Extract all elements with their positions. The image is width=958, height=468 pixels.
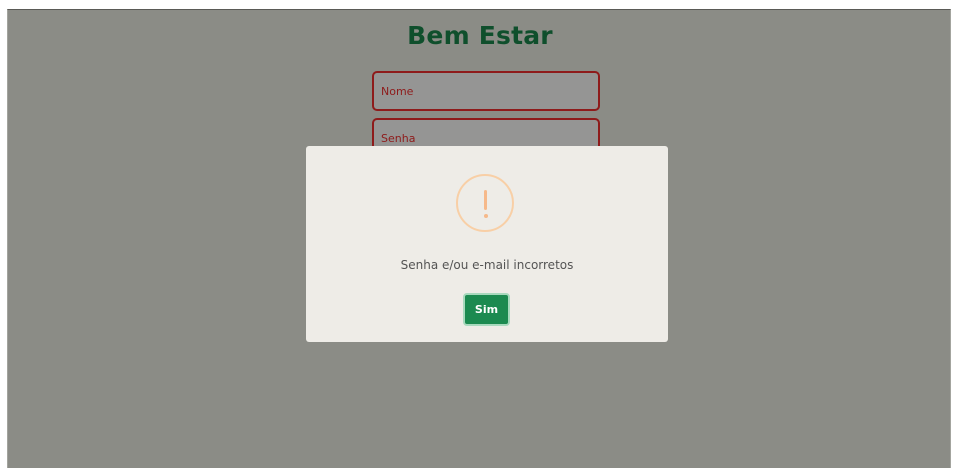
confirm-button[interactable]: Sim: [463, 293, 510, 326]
page-title: Bem Estar: [407, 21, 553, 50]
name-field[interactable]: [372, 71, 600, 111]
error-dialog: Senha e/ou e-mail incorretos Sim: [306, 146, 668, 342]
app-viewport: Bem Estar Senha e/ou e-mail incorretos S…: [7, 9, 951, 468]
warning-icon-bar: [484, 190, 487, 210]
warning-icon-dot: [483, 214, 488, 218]
dialog-message: Senha e/ou e-mail incorretos: [400, 258, 574, 272]
warning-icon: [456, 174, 514, 232]
